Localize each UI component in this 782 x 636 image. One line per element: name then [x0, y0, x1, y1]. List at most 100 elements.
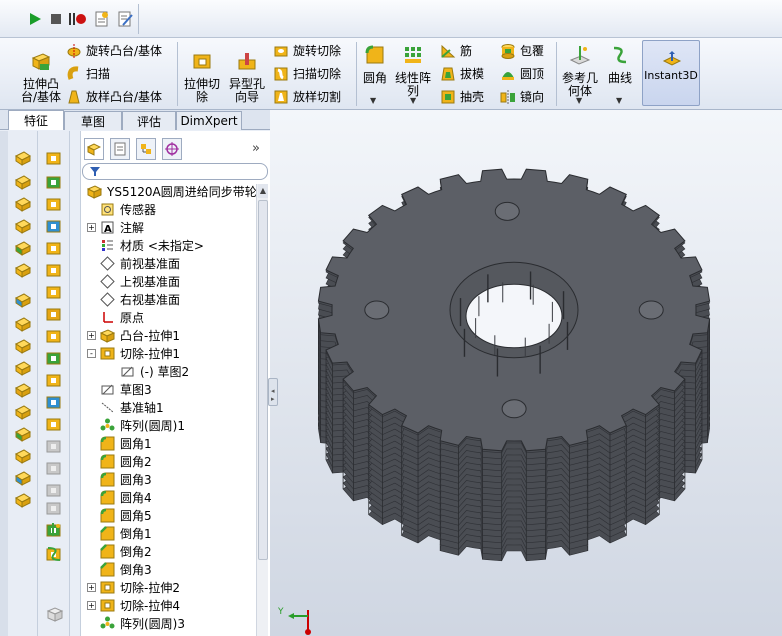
- instant3d-button[interactable]: Instant3D: [642, 40, 700, 106]
- chamfer-icon[interactable]: [14, 360, 32, 376]
- graphics-viewport[interactable]: Y: [270, 110, 782, 636]
- revolve-cut-icon[interactable]: [45, 174, 63, 190]
- curves-icon[interactable]: [45, 546, 63, 562]
- gear-model[interactable]: [270, 110, 782, 636]
- shell-icon[interactable]: [45, 328, 63, 344]
- tab-evaluate[interactable]: 评估: [122, 111, 176, 130]
- pattern-icon[interactable]: [45, 438, 63, 454]
- dome-icon[interactable]: [14, 404, 32, 420]
- tree-node[interactable]: + 切除-拉伸2: [87, 578, 180, 596]
- tree-filter-input[interactable]: [82, 163, 268, 180]
- tree-node[interactable]: 圆角2: [87, 452, 152, 470]
- tree-node[interactable]: 阵列(圆周)3: [87, 614, 185, 632]
- feature-icon[interactable]: [45, 262, 63, 278]
- tree-node[interactable]: + A 注解: [87, 218, 144, 236]
- rib-button[interactable]: 筋: [440, 42, 472, 59]
- fillet-dropdown-icon[interactable]: ▼: [370, 96, 376, 105]
- tree-node[interactable]: + 凸台-拉伸1: [87, 326, 180, 344]
- tree-node[interactable]: 原点: [87, 308, 144, 326]
- tree-node[interactable]: 圆角1: [87, 434, 152, 452]
- flex-icon[interactable]: [45, 460, 63, 476]
- loft-cut-icon[interactable]: [45, 218, 63, 234]
- mirror-icon[interactable]: [14, 426, 32, 442]
- scale-icon[interactable]: [14, 470, 32, 486]
- tree-node[interactable]: 前视基准面: [87, 254, 180, 272]
- revolve-boss-icon[interactable]: [14, 196, 32, 212]
- cut-icon[interactable]: [45, 394, 63, 410]
- tree-node[interactable]: 右视基准面: [87, 290, 180, 308]
- loft-boss-button[interactable]: 放样凸台/基体: [66, 88, 162, 105]
- configuration-manager-tab[interactable]: [136, 138, 156, 160]
- new-macro-icon[interactable]: [93, 10, 111, 28]
- extrude-cut-button[interactable]: 拉伸切 除: [181, 50, 223, 104]
- curves-dropdown-icon[interactable]: ▼: [616, 96, 622, 105]
- extrude-cut-icon[interactable]: [45, 150, 63, 166]
- pattern-dropdown-icon[interactable]: ▼: [410, 96, 416, 105]
- reference-geometry-icon[interactable]: [45, 522, 63, 538]
- sweep-cut-button[interactable]: 扫描切除: [273, 65, 341, 82]
- linear-pattern-button[interactable]: 线性阵 列: [393, 44, 433, 98]
- expand-toggle-icon[interactable]: +: [87, 600, 96, 610]
- draft-button[interactable]: 拔模: [440, 65, 484, 82]
- tree-node[interactable]: 倒角2: [87, 542, 152, 560]
- wrap-icon[interactable]: [14, 316, 32, 332]
- pattern-icon[interactable]: [14, 448, 32, 464]
- tree-node[interactable]: + 切除-拉伸4: [87, 596, 180, 614]
- revolve-boss-button[interactable]: 旋转凸台/基体: [66, 42, 162, 59]
- draft-icon[interactable]: [14, 262, 32, 278]
- fillet-icon[interactable]: [45, 284, 63, 300]
- reference-geometry-button[interactable]: 参考几 何体: [560, 44, 600, 98]
- shell-button[interactable]: 抽壳: [440, 88, 484, 105]
- hole-wizard-button[interactable]: 异型孔 向导: [226, 50, 268, 104]
- sweep-icon[interactable]: [14, 218, 32, 234]
- curves-button[interactable]: 曲线: [605, 44, 635, 85]
- rib-icon[interactable]: [14, 240, 32, 256]
- feature-manager-tab[interactable]: [84, 138, 104, 160]
- sweep-cut-icon[interactable]: [45, 196, 63, 212]
- tree-node[interactable]: 阵列(圆周)1: [87, 416, 185, 434]
- tree-node[interactable]: 传感器: [87, 200, 156, 218]
- shell-icon[interactable]: [14, 292, 32, 308]
- extrude-boss-icon[interactable]: [14, 150, 32, 166]
- tab-dimxpert[interactable]: DimXpert: [176, 111, 242, 130]
- mirror-button[interactable]: 镜向: [500, 88, 544, 105]
- loft-cut-button[interactable]: 放样切割: [273, 88, 341, 105]
- deform-icon[interactable]: [45, 482, 63, 498]
- wrap-button[interactable]: 包覆: [500, 42, 544, 59]
- dome-button[interactable]: 圆顶: [500, 65, 544, 82]
- indent-icon[interactable]: [45, 500, 63, 516]
- dimxpert-manager-tab[interactable]: [162, 138, 182, 160]
- move-icon[interactable]: [14, 492, 32, 508]
- expand-toggle-icon[interactable]: -: [87, 348, 96, 358]
- chamfer-icon[interactable]: [45, 306, 63, 322]
- rib-icon[interactable]: [45, 350, 63, 366]
- revolve-cut-button[interactable]: 旋转切除: [273, 42, 341, 59]
- scroll-thumb[interactable]: [258, 200, 268, 560]
- panel-splitter[interactable]: ◂ ▸: [268, 378, 278, 406]
- expand-toggle-icon[interactable]: +: [87, 330, 96, 340]
- mirror-icon[interactable]: [45, 416, 63, 432]
- tree-node[interactable]: 草图3: [87, 380, 152, 398]
- tree-node[interactable]: - 切除-拉伸1: [87, 344, 180, 362]
- tree-scrollbar[interactable]: ▲: [256, 184, 268, 636]
- view-cube-icon[interactable]: [46, 606, 64, 622]
- hole-icon[interactable]: [45, 372, 63, 388]
- expand-toggle-icon[interactable]: +: [87, 222, 96, 232]
- tree-node[interactable]: 上视基准面: [87, 272, 180, 290]
- property-manager-tab[interactable]: [110, 138, 130, 160]
- scroll-up-icon[interactable]: ▲: [258, 184, 268, 198]
- loft-boss-icon[interactable]: [14, 174, 32, 190]
- tree-node[interactable]: 倒角3: [87, 560, 152, 578]
- expand-panel-icon[interactable]: »: [252, 141, 260, 156]
- tree-node[interactable]: 圆角5: [87, 506, 152, 524]
- ref-geometry-dropdown-icon[interactable]: ▼: [576, 96, 582, 105]
- fillet-button[interactable]: 圆角: [360, 44, 390, 85]
- tree-node[interactable]: 基准轴1: [87, 398, 164, 416]
- tree-node[interactable]: 圆角4: [87, 488, 152, 506]
- draft-icon[interactable]: [45, 240, 63, 256]
- edit-macro-icon[interactable]: [116, 10, 134, 28]
- expand-toggle-icon[interactable]: +: [87, 582, 96, 592]
- tree-node[interactable]: 材质 <未指定>: [87, 236, 204, 254]
- hole-icon[interactable]: [14, 382, 32, 398]
- tree-node[interactable]: (-) 草图2: [107, 362, 189, 380]
